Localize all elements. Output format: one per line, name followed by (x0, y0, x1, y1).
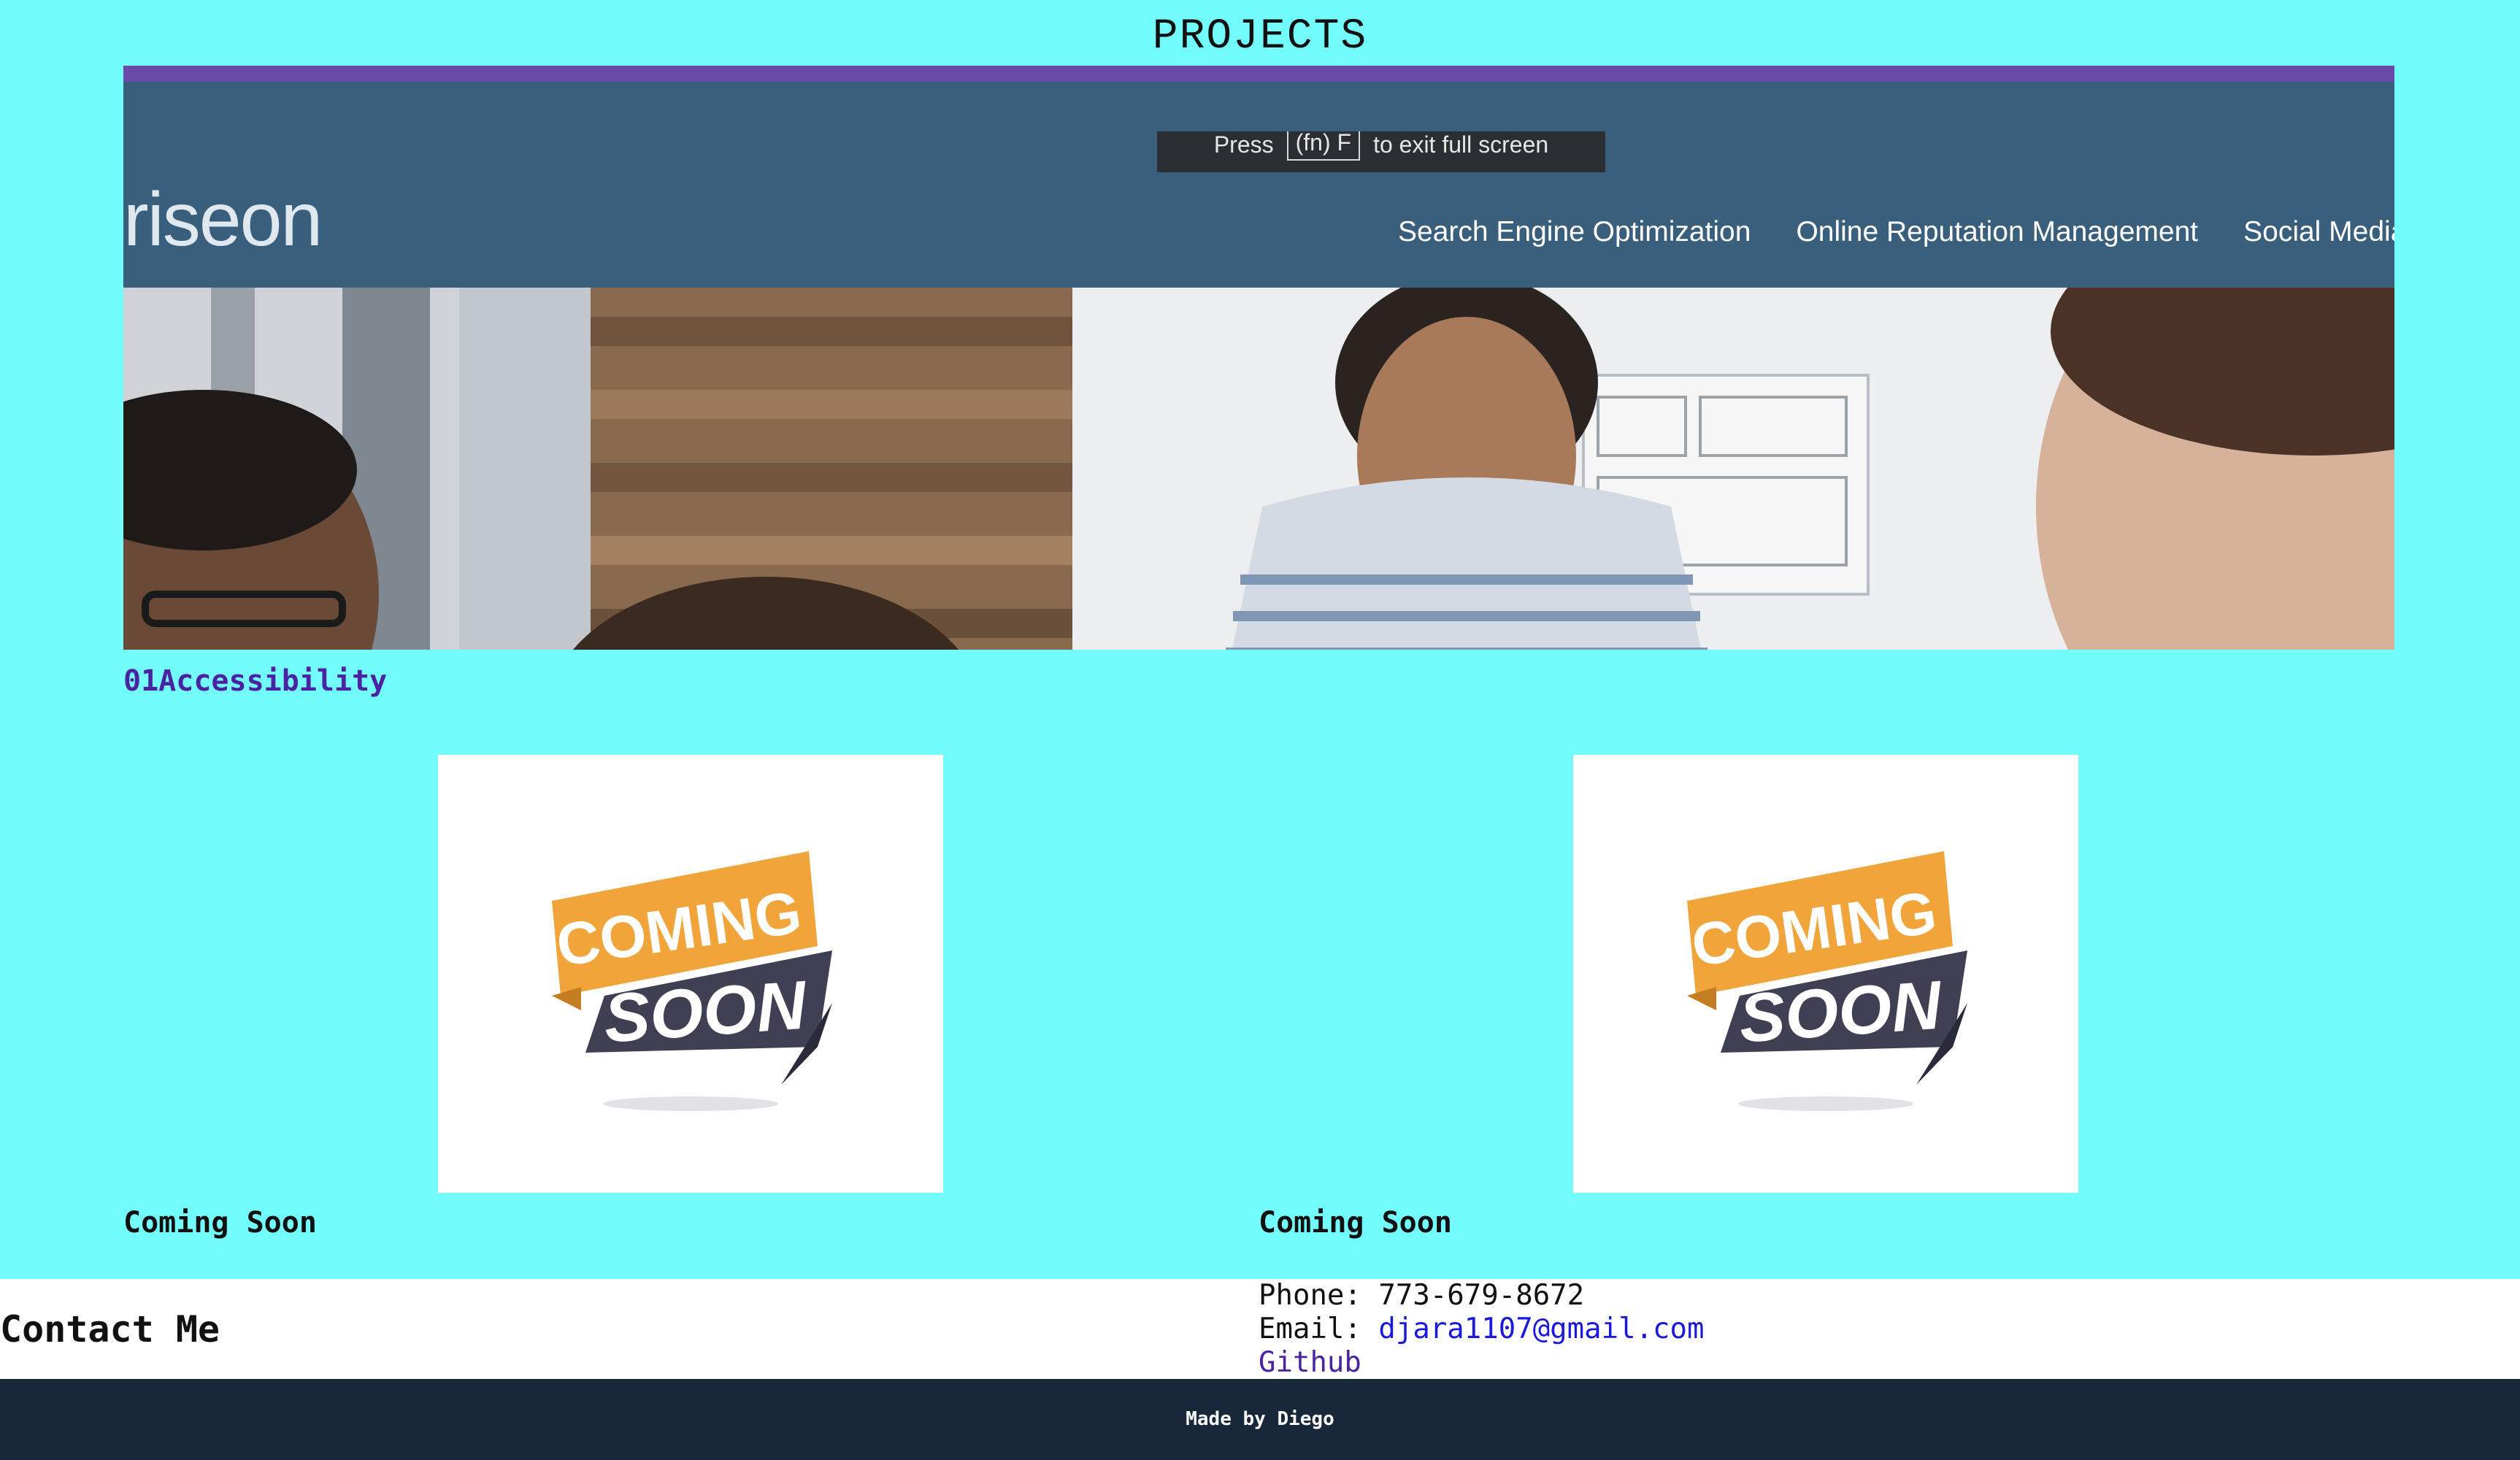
email-label: Email: (1259, 1313, 1361, 1345)
nav-link-social[interactable]: Social Media Mark (2243, 216, 2394, 248)
fullscreen-key: (fn) F (1286, 131, 1361, 161)
site-logo: riseon (123, 177, 323, 262)
site-navbar: riseon Search Engine Optimization Online… (123, 82, 2394, 288)
fullscreen-tip-after: to exit full screen (1373, 131, 1549, 158)
project-card-image-1[interactable]: COMING SOON (438, 755, 943, 1193)
email-line: Email: djara1107@gmail.com (1259, 1313, 1705, 1346)
badge-soon-text: SOON (1737, 966, 1945, 1056)
phone-line: Phone: 773-679-8672 (1259, 1279, 1705, 1313)
github-link[interactable]: Github (1259, 1346, 1705, 1380)
fullscreen-tip: Press (fn) F to exit full screen (1157, 131, 1605, 172)
phone-number: 773-679-8672 (1378, 1279, 1585, 1312)
email-link[interactable]: djara1107@gmail.com (1378, 1313, 1704, 1345)
phone-label: Phone: (1259, 1279, 1361, 1312)
contact-section: Contact Me Phone: 773-679-8672 Email: dj… (0, 1279, 2520, 1379)
project-title-link[interactable]: 01Accessibility (123, 664, 387, 698)
fullscreen-tip-before: Press (1213, 131, 1274, 158)
browser-bar (123, 66, 2394, 82)
footer-credit: Made by Diego (0, 1379, 2520, 1460)
site-nav-links: Search Engine Optimization Online Reputa… (1398, 216, 2394, 248)
nav-link-seo[interactable]: Search Engine Optimization (1398, 216, 1751, 248)
project-caption-2: Coming Soon (1259, 1206, 1452, 1240)
contact-title: Contact Me (0, 1308, 220, 1350)
hero-image (123, 288, 2394, 650)
contact-details: Phone: 773-679-8672 Email: djara1107@gma… (1259, 1279, 1705, 1380)
project-card-image-2[interactable]: COMING SOON (1573, 755, 2078, 1193)
nav-link-reputation[interactable]: Online Reputation Management (1796, 216, 2198, 248)
badge-soon-text: SOON (602, 966, 810, 1056)
page-title: PROJECTS (1152, 13, 1368, 61)
project-caption-1: Coming Soon (123, 1206, 317, 1240)
project-screenshot[interactable]: riseon Search Engine Optimization Online… (123, 66, 2394, 650)
